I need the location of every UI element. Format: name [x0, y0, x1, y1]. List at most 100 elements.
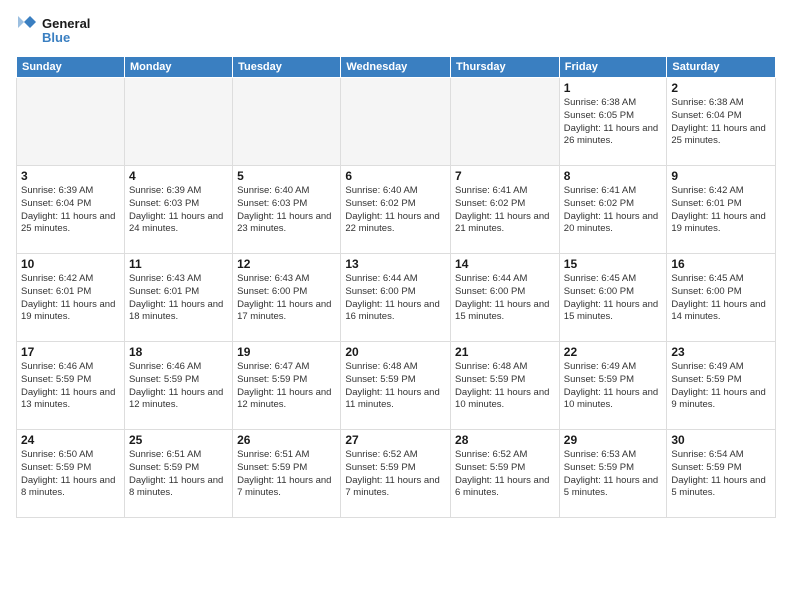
day-number: 4: [129, 169, 228, 183]
weekday-header-row: SundayMondayTuesdayWednesdayThursdayFrid…: [17, 57, 776, 78]
day-info: Sunrise: 6:41 AM Sunset: 6:02 PM Dayligh…: [455, 185, 555, 236]
calendar-cell: 10 Sunrise: 6:42 AM Sunset: 6:01 PM Dayli…: [17, 254, 125, 342]
calendar-cell: 13 Sunrise: 6:44 AM Sunset: 6:00 PM Dayli…: [341, 254, 451, 342]
day-number: 30: [671, 433, 771, 447]
calendar-week-row: 17 Sunrise: 6:46 AM Sunset: 5:59 PM Dayli…: [17, 342, 776, 430]
calendar-cell: 5 Sunrise: 6:40 AM Sunset: 6:03 PM Daylig…: [233, 166, 341, 254]
day-info: Sunrise: 6:48 AM Sunset: 5:59 PM Dayligh…: [345, 361, 446, 412]
day-number: 22: [564, 345, 663, 359]
day-number: 15: [564, 257, 663, 271]
weekday-header-tuesday: Tuesday: [233, 57, 341, 78]
day-info: Sunrise: 6:39 AM Sunset: 6:04 PM Dayligh…: [21, 185, 120, 236]
day-number: 27: [345, 433, 446, 447]
day-number: 12: [237, 257, 336, 271]
calendar-cell: [451, 78, 560, 166]
day-number: 14: [455, 257, 555, 271]
day-number: 26: [237, 433, 336, 447]
day-info: Sunrise: 6:50 AM Sunset: 5:59 PM Dayligh…: [21, 449, 120, 500]
calendar-cell: 20 Sunrise: 6:48 AM Sunset: 5:59 PM Dayli…: [341, 342, 451, 430]
calendar-cell: 30 Sunrise: 6:54 AM Sunset: 5:59 PM Dayli…: [667, 430, 776, 518]
weekday-header-sunday: Sunday: [17, 57, 125, 78]
calendar-cell: 15 Sunrise: 6:45 AM Sunset: 6:00 PM Dayli…: [559, 254, 667, 342]
calendar-week-row: 1Sunrise: 6:38 AM Sunset: 6:05 PM Daylig…: [17, 78, 776, 166]
calendar-table: SundayMondayTuesdayWednesdayThursdayFrid…: [16, 56, 776, 518]
calendar-cell: 27 Sunrise: 6:52 AM Sunset: 5:59 PM Dayli…: [341, 430, 451, 518]
day-info: Sunrise: 6:42 AM Sunset: 6:01 PM Dayligh…: [21, 273, 120, 324]
calendar-cell: 28 Sunrise: 6:52 AM Sunset: 5:59 PM Dayli…: [451, 430, 560, 518]
day-info: Sunrise: 6:47 AM Sunset: 5:59 PM Dayligh…: [237, 361, 336, 412]
day-info: Sunrise: 6:52 AM Sunset: 5:59 PM Dayligh…: [455, 449, 555, 500]
calendar-cell: 12Sunrise: 6:43 AM Sunset: 6:00 PM Dayli…: [233, 254, 341, 342]
day-number: 5: [237, 169, 336, 183]
calendar-cell: 16 Sunrise: 6:45 AM Sunset: 6:00 PM Dayli…: [667, 254, 776, 342]
day-number: 11: [129, 257, 228, 271]
day-info: Sunrise: 6:40 AM Sunset: 6:02 PM Dayligh…: [345, 185, 446, 236]
day-number: 6: [345, 169, 446, 183]
calendar-cell: 19 Sunrise: 6:47 AM Sunset: 5:59 PM Dayli…: [233, 342, 341, 430]
calendar-cell: 23 Sunrise: 6:49 AM Sunset: 5:59 PM Dayli…: [667, 342, 776, 430]
calendar-cell: 6 Sunrise: 6:40 AM Sunset: 6:02 PM Daylig…: [341, 166, 451, 254]
header: General Blue: [16, 12, 776, 48]
day-info: Sunrise: 6:49 AM Sunset: 5:59 PM Dayligh…: [564, 361, 663, 412]
day-number: 23: [671, 345, 771, 359]
calendar-cell: 9 Sunrise: 6:42 AM Sunset: 6:01 PM Daylig…: [667, 166, 776, 254]
logo-svg: General Blue: [16, 12, 106, 48]
day-number: 10: [21, 257, 120, 271]
day-number: 18: [129, 345, 228, 359]
day-number: 21: [455, 345, 555, 359]
day-info: Sunrise: 6:43 AM Sunset: 6:01 PM Dayligh…: [129, 273, 228, 324]
calendar-week-row: 3 Sunrise: 6:39 AM Sunset: 6:04 PM Daylig…: [17, 166, 776, 254]
weekday-header-monday: Monday: [124, 57, 232, 78]
day-number: 17: [21, 345, 120, 359]
svg-text:Blue: Blue: [42, 30, 70, 45]
day-info: Sunrise: 6:42 AM Sunset: 6:01 PM Dayligh…: [671, 185, 771, 236]
day-info: Sunrise: 6:41 AM Sunset: 6:02 PM Dayligh…: [564, 185, 663, 236]
day-number: 7: [455, 169, 555, 183]
day-number: 9: [671, 169, 771, 183]
calendar-cell: 8 Sunrise: 6:41 AM Sunset: 6:02 PM Daylig…: [559, 166, 667, 254]
calendar-cell: 17 Sunrise: 6:46 AM Sunset: 5:59 PM Dayli…: [17, 342, 125, 430]
calendar-cell: 7 Sunrise: 6:41 AM Sunset: 6:02 PM Daylig…: [451, 166, 560, 254]
day-info: Sunrise: 6:46 AM Sunset: 5:59 PM Dayligh…: [129, 361, 228, 412]
day-number: 13: [345, 257, 446, 271]
day-info: Sunrise: 6:40 AM Sunset: 6:03 PM Dayligh…: [237, 185, 336, 236]
day-number: 1: [564, 81, 663, 95]
calendar-cell: [233, 78, 341, 166]
day-info: Sunrise: 6:46 AM Sunset: 5:59 PM Dayligh…: [21, 361, 120, 412]
day-info: Sunrise: 6:39 AM Sunset: 6:03 PM Dayligh…: [129, 185, 228, 236]
day-info: Sunrise: 6:49 AM Sunset: 5:59 PM Dayligh…: [671, 361, 771, 412]
day-number: 8: [564, 169, 663, 183]
day-number: 29: [564, 433, 663, 447]
day-number: 16: [671, 257, 771, 271]
weekday-header-thursday: Thursday: [451, 57, 560, 78]
weekday-header-friday: Friday: [559, 57, 667, 78]
day-info: Sunrise: 6:44 AM Sunset: 6:00 PM Dayligh…: [345, 273, 446, 324]
calendar-cell: 29 Sunrise: 6:53 AM Sunset: 5:59 PM Dayli…: [559, 430, 667, 518]
page: General Blue SundayMondayTuesdayWednesda…: [0, 0, 792, 612]
weekday-header-wednesday: Wednesday: [341, 57, 451, 78]
day-info: Sunrise: 6:45 AM Sunset: 6:00 PM Dayligh…: [671, 273, 771, 324]
calendar-cell: [124, 78, 232, 166]
calendar-cell: 2Sunrise: 6:38 AM Sunset: 6:04 PM Daylig…: [667, 78, 776, 166]
calendar-cell: 25Sunrise: 6:51 AM Sunset: 5:59 PM Dayli…: [124, 430, 232, 518]
day-info: Sunrise: 6:45 AM Sunset: 6:00 PM Dayligh…: [564, 273, 663, 324]
calendar-cell: 3 Sunrise: 6:39 AM Sunset: 6:04 PM Daylig…: [17, 166, 125, 254]
day-number: 28: [455, 433, 555, 447]
calendar-cell: 14Sunrise: 6:44 AM Sunset: 6:00 PM Dayli…: [451, 254, 560, 342]
calendar-cell: 26Sunrise: 6:51 AM Sunset: 5:59 PM Dayli…: [233, 430, 341, 518]
day-number: 20: [345, 345, 446, 359]
calendar-cell: 4 Sunrise: 6:39 AM Sunset: 6:03 PM Daylig…: [124, 166, 232, 254]
day-info: Sunrise: 6:52 AM Sunset: 5:59 PM Dayligh…: [345, 449, 446, 500]
calendar-cell: [17, 78, 125, 166]
day-number: 19: [237, 345, 336, 359]
day-number: 3: [21, 169, 120, 183]
day-info: Sunrise: 6:54 AM Sunset: 5:59 PM Dayligh…: [671, 449, 771, 500]
day-info: Sunrise: 6:38 AM Sunset: 6:04 PM Dayligh…: [671, 97, 771, 148]
day-info: Sunrise: 6:51 AM Sunset: 5:59 PM Dayligh…: [129, 449, 228, 500]
calendar-cell: 21Sunrise: 6:48 AM Sunset: 5:59 PM Dayli…: [451, 342, 560, 430]
day-info: Sunrise: 6:53 AM Sunset: 5:59 PM Dayligh…: [564, 449, 663, 500]
calendar-week-row: 24Sunrise: 6:50 AM Sunset: 5:59 PM Dayli…: [17, 430, 776, 518]
logo: General Blue: [16, 12, 106, 48]
calendar-cell: [341, 78, 451, 166]
calendar-week-row: 10 Sunrise: 6:42 AM Sunset: 6:01 PM Dayli…: [17, 254, 776, 342]
